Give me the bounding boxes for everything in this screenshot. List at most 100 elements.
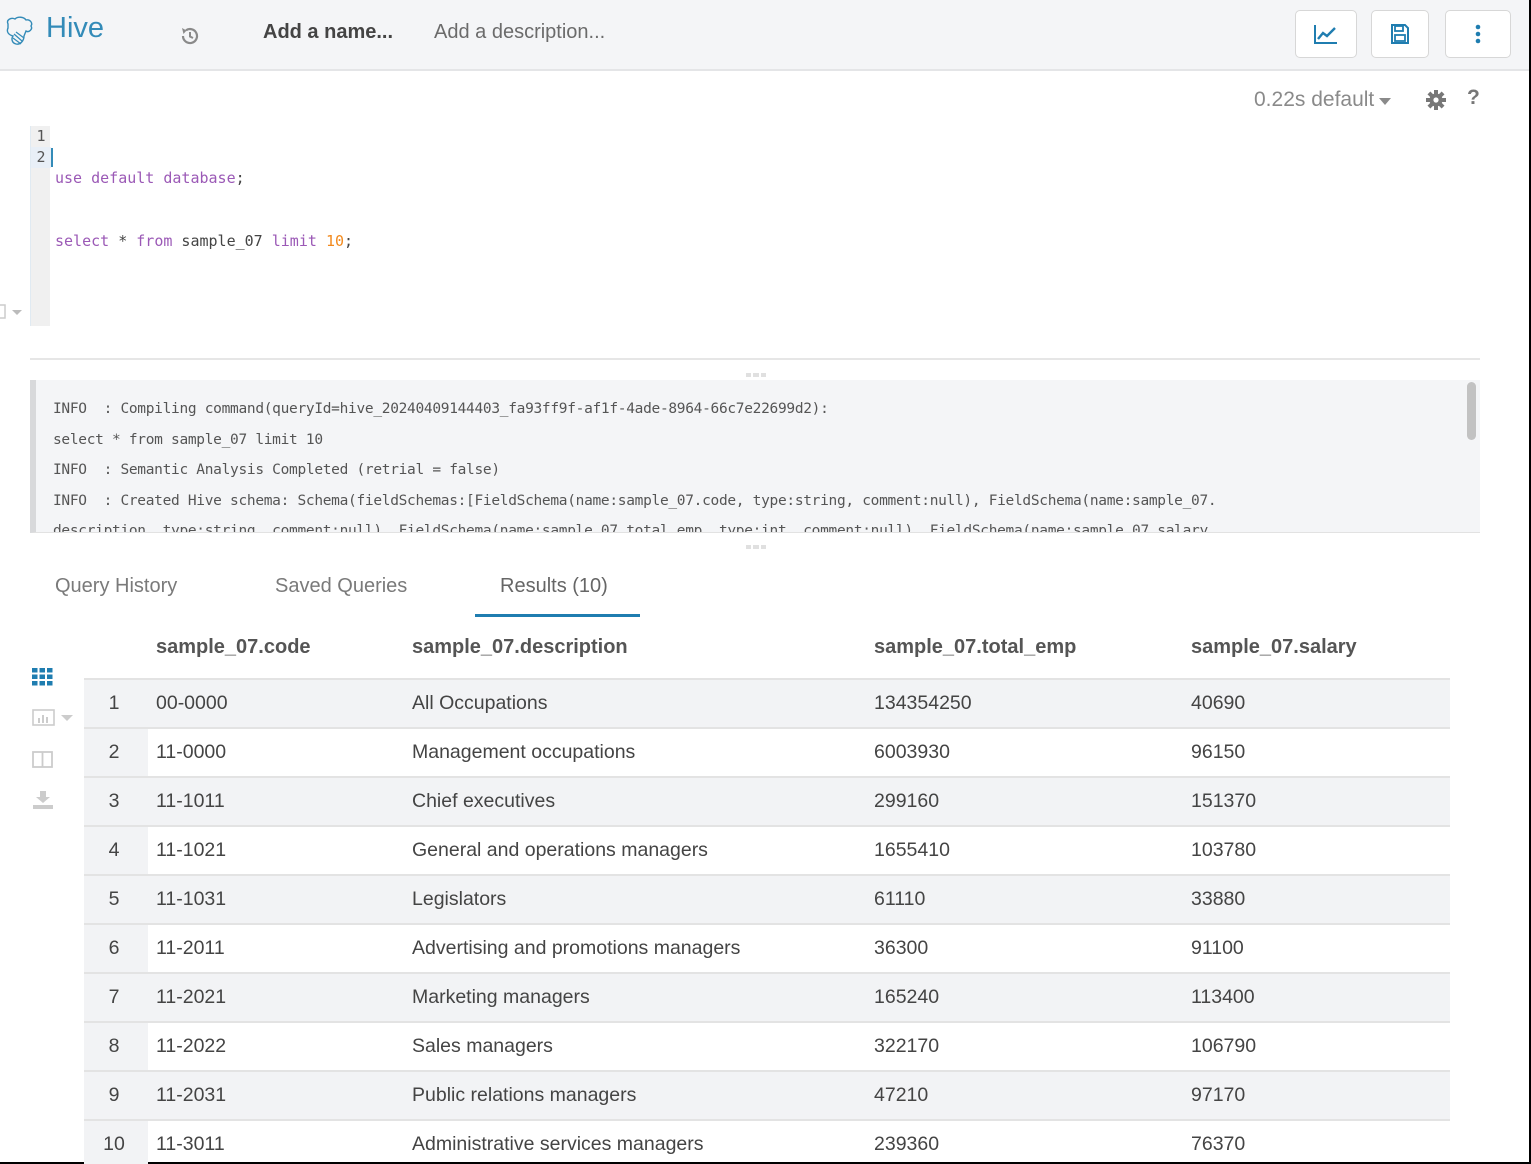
- row-number: 1: [108, 692, 120, 714]
- table-row[interactable]: 1 00-0000 All Occupations 134354250 40690: [84, 680, 1450, 729]
- cell-code: 11-1011: [156, 790, 225, 812]
- cell-description: Chief executives: [412, 790, 556, 812]
- cell-total-emp: 165240: [874, 986, 940, 1008]
- row-number: 10: [103, 1133, 125, 1155]
- log-line: description, type:string, comment:null),…: [53, 523, 1208, 533]
- table-row[interactable]: 6 11-2011 Advertising and promotions manag…: [84, 925, 1450, 974]
- cell-total-emp: 322170: [874, 1035, 940, 1057]
- row-number: 3: [108, 790, 120, 812]
- query-description-input[interactable]: Add a description...: [434, 21, 605, 44]
- grid-view-icon[interactable]: [32, 668, 54, 686]
- log-line: INFO : Compiling command(queryId=hive_20…: [53, 401, 829, 417]
- cell-code: 11-2011: [156, 937, 225, 959]
- column-header-salary[interactable]: sample_07.salary: [1191, 636, 1357, 659]
- code-content[interactable]: use default database; select * from samp…: [55, 126, 353, 294]
- cell-total-emp: 299160: [874, 790, 940, 812]
- chart-button[interactable]: [1295, 10, 1357, 58]
- row-index-cell: 4: [84, 827, 148, 874]
- row-number: 4: [108, 839, 120, 861]
- editor-divider: [30, 358, 1480, 360]
- row-index-cell: 9: [84, 1072, 148, 1119]
- tab-results[interactable]: Results (10): [500, 575, 608, 598]
- save-icon: [1391, 24, 1409, 44]
- text-cursor: [51, 148, 53, 167]
- help-icon[interactable]: ?: [1467, 86, 1480, 110]
- cell-description: Management occupations: [412, 741, 636, 763]
- cell-salary: 106790: [1191, 1035, 1257, 1057]
- table-header: sample_07.code sample_07.description sam…: [84, 626, 1450, 680]
- table-row[interactable]: 7 11-2021 Marketing managers 165240 113400: [84, 974, 1450, 1023]
- more-options-button[interactable]: [1445, 10, 1511, 58]
- history-icon[interactable]: [178, 24, 202, 48]
- table-row[interactable]: 10 11-3011 Administrative services manager…: [84, 1121, 1450, 1164]
- cell-description: Public relations managers: [412, 1084, 637, 1106]
- log-line: INFO : Semantic Analysis Completed (retr…: [53, 462, 500, 478]
- cell-salary: 96150: [1191, 741, 1246, 763]
- active-tab-indicator: [475, 614, 640, 617]
- table-row[interactable]: 5 11-1031 Legislators 61110 33880: [84, 876, 1450, 925]
- chart-view-icon[interactable]: [32, 708, 76, 728]
- cell-code: 11-0000: [156, 741, 227, 763]
- row-number: 7: [108, 986, 120, 1008]
- code-line-1: use default database;: [55, 169, 245, 187]
- columns-icon[interactable]: [32, 750, 54, 770]
- cell-description: All Occupations: [412, 692, 548, 714]
- cell-salary: 76370: [1191, 1133, 1246, 1155]
- cell-description: Administrative services managers: [412, 1133, 704, 1155]
- execution-database-selector[interactable]: 0.22s default: [1254, 88, 1392, 112]
- table-row[interactable]: 9 11-2031 Public relations managers 47210 97…: [84, 1072, 1450, 1121]
- chart-line-icon: [1314, 25, 1337, 44]
- hive-logo-icon: [6, 16, 33, 45]
- query-name-input[interactable]: Add a name...: [263, 21, 393, 44]
- cell-total-emp: 36300: [874, 937, 929, 959]
- download-icon[interactable]: [32, 790, 54, 810]
- row-number: 5: [108, 888, 120, 910]
- cell-code: 00-0000: [156, 692, 228, 714]
- tab-saved-queries[interactable]: Saved Queries: [275, 575, 407, 598]
- cell-total-emp: 1655410: [874, 839, 950, 861]
- table-row[interactable]: 8 11-2022 Sales managers 322170 106790: [84, 1023, 1450, 1072]
- gear-icon[interactable]: [1425, 89, 1447, 111]
- row-number: 8: [108, 1035, 120, 1057]
- row-number: 6: [108, 937, 120, 959]
- resize-handle[interactable]: [746, 545, 766, 549]
- log-scrollbar[interactable]: [1467, 382, 1476, 440]
- line-number-gutter: 1 2: [30, 126, 51, 326]
- row-index-cell: 1: [84, 680, 148, 727]
- table-row[interactable]: 4 11-1021 General and operations managers 1…: [84, 827, 1450, 876]
- log-line: select * from sample_07 limit 10: [53, 432, 323, 448]
- snippet-type-dropdown-icon[interactable]: [0, 304, 25, 320]
- cell-total-emp: 134354250: [874, 692, 972, 714]
- row-index-cell: 8: [84, 1023, 148, 1070]
- cell-description: Advertising and promotions managers: [412, 937, 741, 959]
- row-index-cell: 7: [84, 974, 148, 1021]
- column-header-description[interactable]: sample_07.description: [412, 636, 628, 659]
- caret-down-icon: [1379, 97, 1392, 105]
- cell-salary: 91100: [1191, 937, 1244, 959]
- cell-code: 11-2021: [156, 986, 227, 1008]
- save-button[interactable]: [1371, 10, 1429, 58]
- cell-code: 11-2031: [156, 1084, 227, 1106]
- resize-handle[interactable]: [746, 373, 766, 377]
- column-header-total-emp[interactable]: sample_07.total_emp: [874, 636, 1076, 659]
- cell-code: 11-1031: [156, 888, 227, 910]
- cell-salary: 151370: [1191, 790, 1257, 812]
- cell-salary: 103780: [1191, 839, 1257, 861]
- cell-total-emp: 61110: [874, 888, 926, 910]
- line-number: 2: [31, 147, 51, 168]
- log-line: INFO : Created Hive schema: Schema(field…: [53, 493, 1217, 509]
- row-index-cell: 6: [84, 925, 148, 972]
- code-editor[interactable]: 1 2 use default database; select * from …: [30, 126, 1480, 326]
- cell-description: Marketing managers: [412, 986, 590, 1008]
- cell-description: Sales managers: [412, 1035, 553, 1057]
- cell-total-emp: 239360: [874, 1133, 940, 1155]
- cell-description: Legislators: [412, 888, 507, 910]
- column-header-code[interactable]: sample_07.code: [156, 636, 311, 659]
- line-number: 1: [36, 127, 46, 145]
- cell-code: 11-1021: [156, 839, 227, 861]
- table-row[interactable]: 3 11-1011 Chief executives 299160 151370: [84, 778, 1450, 827]
- cell-salary: 97170: [1191, 1084, 1246, 1106]
- tab-query-history[interactable]: Query History: [55, 575, 177, 598]
- table-row[interactable]: 2 11-0000 Management occupations 6003930 961…: [84, 729, 1450, 778]
- execution-info-label: 0.22s default: [1254, 88, 1375, 111]
